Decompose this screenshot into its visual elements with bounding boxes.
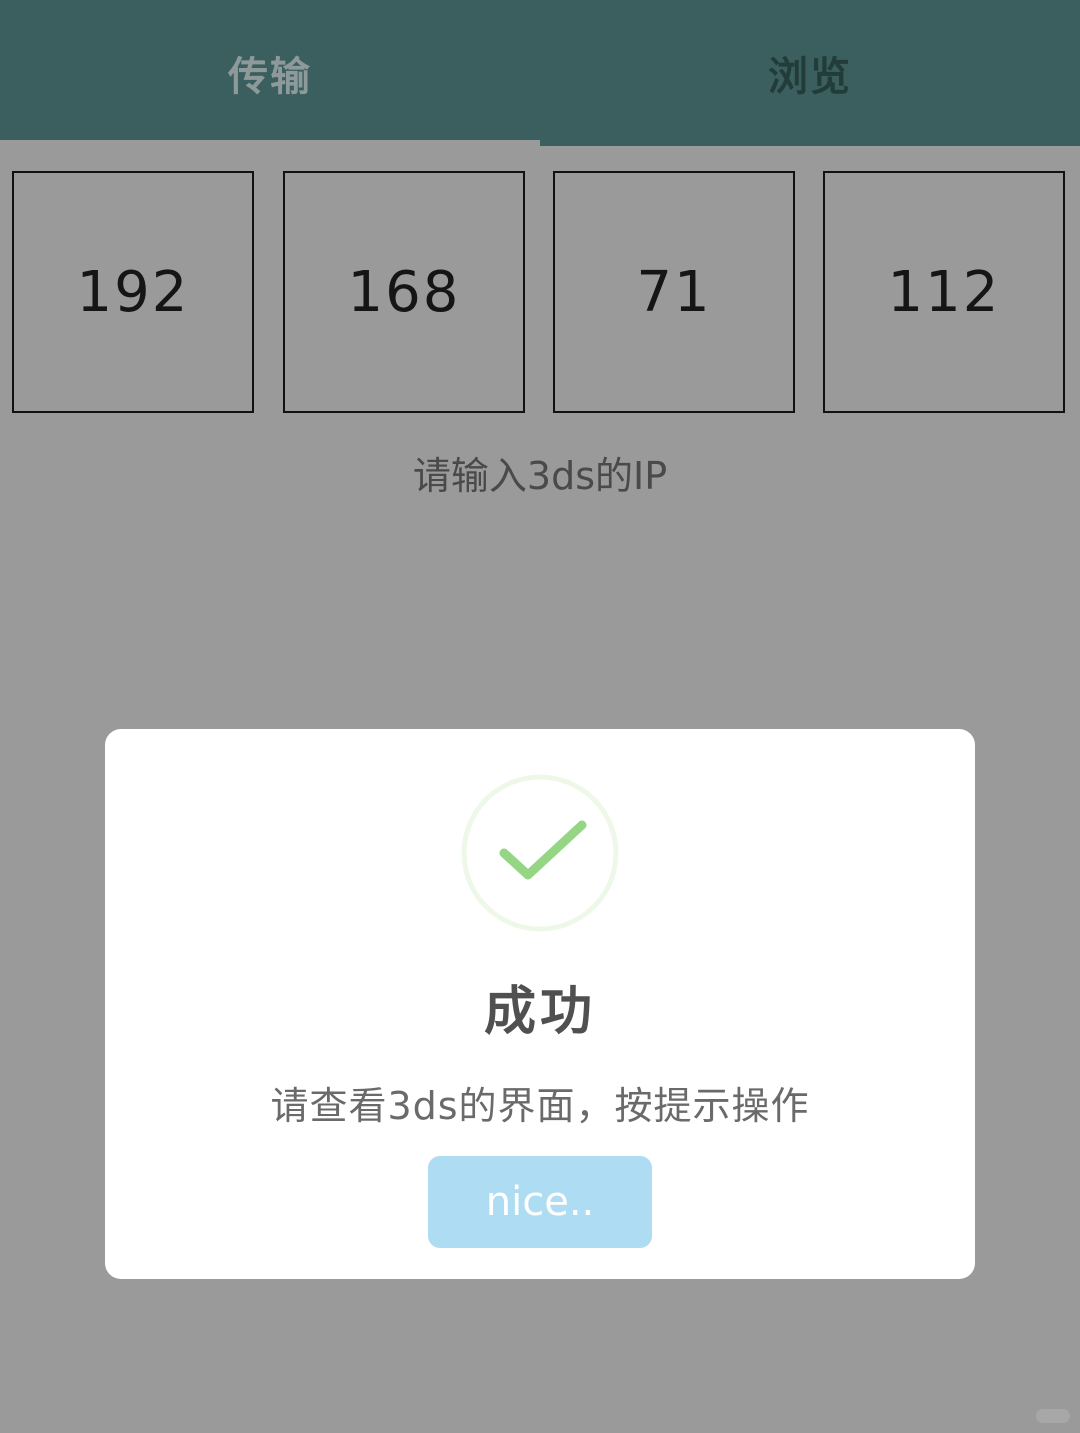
ip-octet-2-input[interactable]: 168 — [283, 171, 525, 413]
confirm-button[interactable]: nice.. — [428, 1156, 652, 1248]
dialog-title: 成功 — [483, 982, 596, 1042]
watermark-badge — [1036, 1409, 1070, 1423]
tab-browse-label: 浏览 — [768, 54, 852, 100]
ip-hint-text: 请输入3ds的IP — [412, 454, 668, 498]
tab-active-indicator — [0, 140, 540, 146]
dialog-message: 请查看3ds的界面，按提示操作 — [270, 1084, 810, 1128]
ip-octet-4-input[interactable]: 112 — [823, 171, 1065, 413]
tab-browse[interactable]: 浏览 — [540, 0, 1080, 146]
ip-octet-1-input[interactable]: 192 — [12, 171, 254, 413]
ip-octet-3-value: 71 — [636, 259, 712, 325]
ip-octet-2-value: 168 — [347, 259, 461, 325]
tab-transfer[interactable]: 传输 — [0, 0, 540, 146]
success-dialog: 成功 请查看3ds的界面，按提示操作 nice.. — [105, 729, 975, 1279]
tab-bar: 传输 浏览 — [0, 0, 1080, 146]
ip-octet-1-value: 192 — [76, 259, 190, 325]
tab-transfer-label: 传输 — [228, 54, 312, 100]
ip-octet-4-value: 112 — [887, 259, 1001, 325]
success-check-icon — [461, 774, 619, 932]
ip-octet-3-input[interactable]: 71 — [553, 171, 795, 413]
